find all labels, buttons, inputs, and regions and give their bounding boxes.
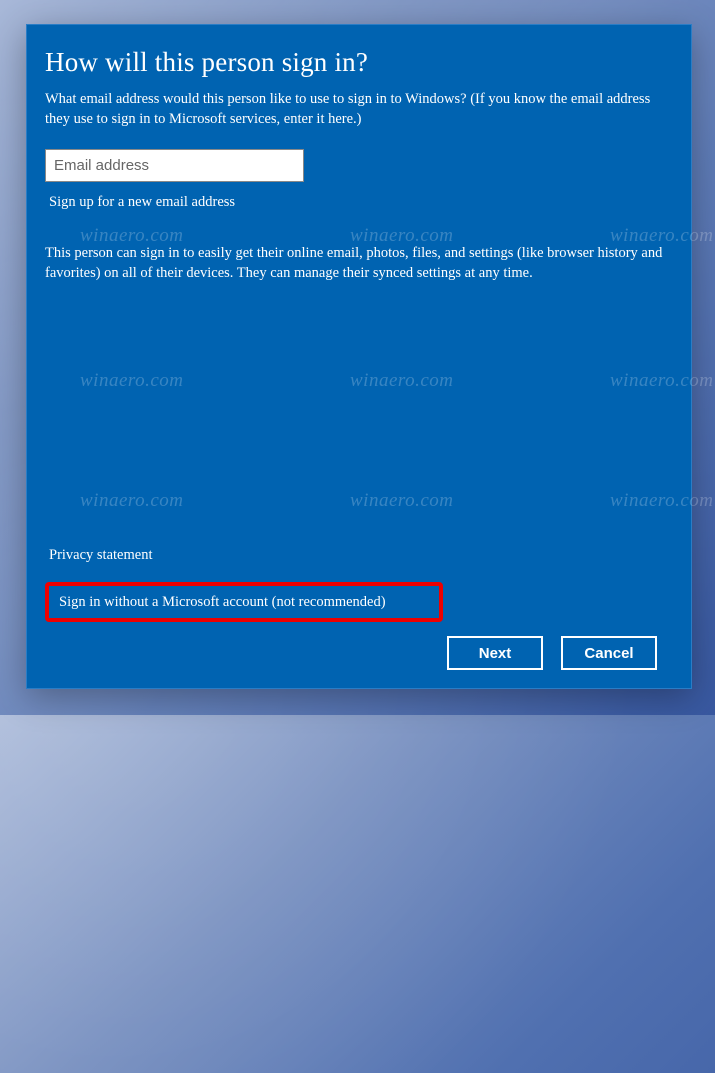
dialog-title: How will this person sign in?: [45, 47, 667, 78]
sign-in-dialog: How will this person sign in? What email…: [26, 24, 692, 689]
privacy-statement-link[interactable]: Privacy statement: [49, 547, 667, 564]
cancel-button[interactable]: Cancel: [561, 636, 657, 670]
next-button[interactable]: Next: [447, 636, 543, 670]
sign-in-without-ms-account-link[interactable]: Sign in without a Microsoft account (not…: [59, 594, 386, 610]
highlighted-option: Sign in without a Microsoft account (not…: [45, 582, 443, 622]
dialog-button-row: Next Cancel: [45, 636, 667, 670]
dialog-description: This person can sign in to easily get th…: [45, 243, 667, 284]
dialog-subtitle: What email address would this person lik…: [45, 90, 667, 129]
email-input[interactable]: [45, 149, 304, 182]
signup-new-email-link[interactable]: Sign up for a new email address: [49, 194, 667, 211]
